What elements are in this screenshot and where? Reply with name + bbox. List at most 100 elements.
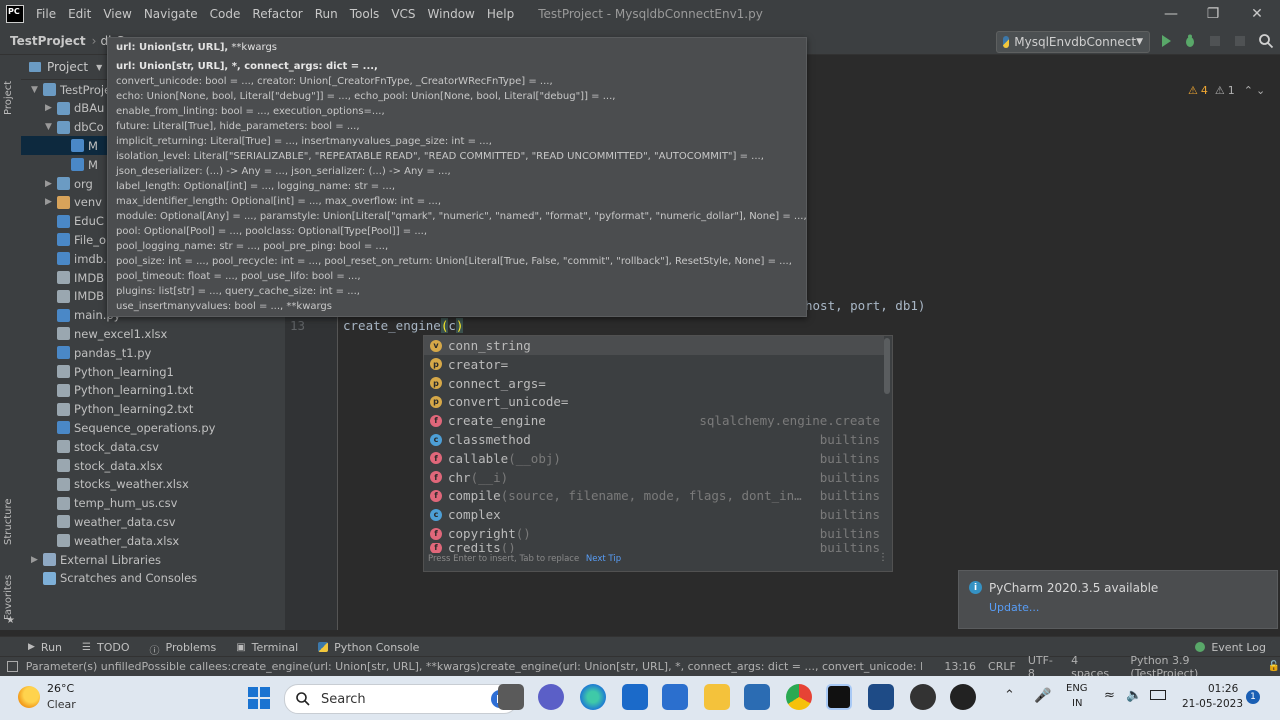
microphone-icon[interactable]: 🎤 [1034, 688, 1051, 704]
completion-item[interactable]: f compile (source, filename, mode, flags, … [424, 486, 884, 505]
more-options-icon[interactable]: ⋮ [878, 552, 888, 563]
search-everywhere-icon[interactable] [1258, 33, 1274, 49]
chevron-down-icon[interactable]: ▼ [96, 63, 102, 72]
lock-icon[interactable]: 🔓 [1268, 661, 1280, 672]
run-configuration-select[interactable]: MysqlEnvdbConnect ▼ [996, 31, 1150, 53]
file-explorer-icon[interactable] [704, 684, 730, 710]
project-tree-item[interactable]: weather_data.csv [21, 512, 285, 531]
battery-icon[interactable] [1150, 690, 1166, 700]
current-code-line[interactable]: create_engine(c) [343, 318, 464, 333]
next-tip-link[interactable]: Next Tip [586, 554, 621, 564]
completion-item[interactable]: p connect_args= [424, 374, 884, 393]
language-primary[interactable]: ENG [1066, 683, 1088, 694]
completion-item[interactable]: c complex builtins [424, 505, 884, 524]
project-tree-item[interactable]: Python_learning2.txt [21, 400, 285, 419]
completion-item[interactable]: f credits() builtins [424, 542, 884, 553]
project-tree-item[interactable]: new_excel1.xlsx [21, 324, 285, 343]
project-tree-item[interactable]: temp_hum_us.csv [21, 494, 285, 513]
weather-description[interactable]: Clear [47, 698, 76, 711]
project-tree-item[interactable]: stock_data.csv [21, 437, 285, 456]
coverage-icon[interactable] [1207, 33, 1223, 49]
update-link[interactable]: Update... [989, 601, 1039, 614]
restore-icon[interactable]: ❐ [1190, 0, 1236, 28]
favorites-tool-tab[interactable]: Favorites [3, 565, 14, 620]
code-completion-popup[interactable]: v conn_string p creator= p connect_args= p conv… [423, 335, 893, 572]
problems-tool-tab[interactable]: ⓘ Problems [140, 641, 227, 658]
terminal-tool-tab[interactable]: ▣ Terminal [226, 641, 308, 654]
minimize-icon[interactable]: — [1148, 0, 1194, 28]
menu-tools[interactable]: Tools [344, 7, 386, 21]
structure-tool-tab[interactable]: Structure [3, 485, 14, 545]
caret-position[interactable]: 13:16 [944, 660, 976, 673]
project-tree-item[interactable]: weather_data.xlsx [21, 531, 285, 550]
project-tree-item[interactable]: Scratches and Consoles [21, 569, 285, 588]
menu-code[interactable]: Code [204, 7, 247, 21]
project-tree-item[interactable]: stock_data.xlsx [21, 456, 285, 475]
menu-file[interactable]: File [30, 7, 62, 21]
project-tree-item[interactable]: Python_learning1.txt [21, 381, 285, 400]
project-panel-title[interactable]: Project [47, 60, 88, 74]
chevron-down-icon[interactable]: ▼ [31, 85, 43, 95]
debug-icon[interactable] [1182, 33, 1198, 49]
completion-item[interactable]: c classmethod builtins [424, 430, 884, 449]
completion-item[interactable]: f copyright() builtins [424, 524, 884, 543]
edge-browser-icon[interactable] [580, 684, 606, 710]
language-secondary[interactable]: IN [1072, 698, 1082, 709]
weather-temperature[interactable]: 26°C [47, 682, 74, 695]
completion-item[interactable]: f callable (__obj) builtins [424, 449, 884, 468]
menu-run[interactable]: Run [309, 7, 344, 21]
project-tree-item[interactable]: Sequence_operations.py [21, 418, 285, 437]
mail-icon[interactable] [622, 684, 648, 710]
chevron-down-icon[interactable]: ⌄ [1256, 84, 1265, 97]
python-console-tool-tab[interactable]: Python Console [308, 641, 429, 654]
weather-icon[interactable] [18, 686, 40, 708]
run-tool-tab[interactable]: ▶ Run [0, 641, 72, 654]
chevron-right-icon[interactable]: ▶ [45, 103, 57, 113]
chevron-right-icon[interactable]: ▶ [45, 197, 57, 207]
notepad-icon[interactable] [744, 684, 770, 710]
close-icon[interactable]: ✕ [1234, 0, 1280, 28]
menu-help[interactable]: Help [481, 7, 520, 21]
chevron-right-icon[interactable]: ▶ [45, 179, 57, 189]
completion-scrollbar[interactable] [884, 338, 890, 394]
todo-tool-tab[interactable]: ☰ TODO [72, 641, 139, 654]
menu-refactor[interactable]: Refactor [246, 7, 308, 21]
project-tree-item[interactable]: pandas_t1.py [21, 343, 285, 362]
windows-start-icon[interactable] [248, 687, 270, 709]
completion-item[interactable]: v conn_string [424, 336, 884, 355]
task-view-icon[interactable] [498, 684, 524, 710]
project-tree-item[interactable]: stocks_weather.xlsx [21, 475, 285, 494]
status-toggle-icon[interactable] [7, 661, 18, 672]
stop-icon[interactable] [1232, 33, 1248, 49]
project-tree-item[interactable]: Python_learning1 [21, 362, 285, 381]
chevron-right-icon[interactable]: ▶ [31, 555, 43, 565]
completion-item[interactable]: f chr (__i) builtins [424, 468, 884, 487]
project-tree-item[interactable]: ▶ External Libraries [21, 550, 285, 569]
line-separator[interactable]: CRLF [988, 660, 1016, 673]
chevron-up-icon[interactable]: ⌃ [1244, 84, 1253, 97]
chevron-down-icon[interactable]: ▼ [45, 122, 57, 132]
media-player-icon[interactable] [950, 684, 976, 710]
store-icon[interactable] [662, 684, 688, 710]
vscode-icon[interactable] [868, 684, 894, 710]
chevron-up-icon[interactable]: ⌃ [1004, 688, 1015, 703]
pycharm-taskbar-icon[interactable] [826, 684, 852, 710]
event-log-tool-tab[interactable]: Event Log [1185, 641, 1280, 654]
notification-count-badge[interactable]: 1 [1246, 690, 1260, 704]
obs-icon[interactable] [910, 684, 936, 710]
wifi-icon[interactable]: ≈ [1104, 688, 1115, 703]
clock-date[interactable]: 21-05-2023 [1182, 698, 1243, 710]
completion-item[interactable]: p creator= [424, 355, 884, 374]
breadcrumb-project[interactable]: TestProject [0, 34, 92, 48]
volume-icon[interactable]: 🔈 [1126, 688, 1142, 703]
teams-chat-icon[interactable] [538, 684, 564, 710]
menu-vcs[interactable]: VCS [385, 7, 421, 21]
clock-time[interactable]: 01:26 [1208, 683, 1238, 695]
chrome-icon[interactable] [786, 684, 812, 710]
menu-navigate[interactable]: Navigate [138, 7, 204, 21]
completion-item[interactable]: p convert_unicode= [424, 392, 884, 411]
menu-window[interactable]: Window [422, 7, 481, 21]
run-icon[interactable] [1158, 33, 1174, 49]
menu-view[interactable]: View [97, 7, 137, 21]
completion-item[interactable]: f create_engine sqlalchemy.engine.create [424, 411, 884, 430]
